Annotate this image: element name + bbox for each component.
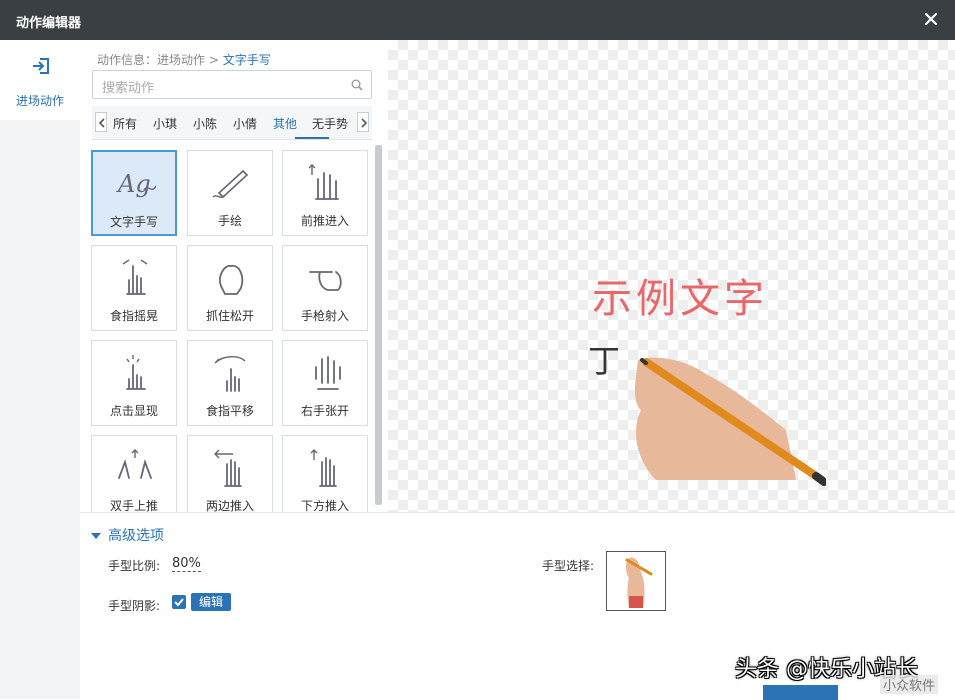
writing-hand-icon: 丁 xyxy=(588,342,826,486)
hand-shadow-label: 手型阴影: xyxy=(108,599,161,613)
nav-item-label: 进场动作 xyxy=(15,94,64,108)
finger-swipe-icon xyxy=(211,353,251,393)
title-bar: 动作编辑器 xyxy=(0,0,955,40)
tab-no-gesture[interactable]: 无手势 xyxy=(312,115,348,132)
action-card-gun-shot[interactable]: 手枪射入 xyxy=(282,245,368,331)
action-card-grab-release[interactable]: 抓住松开 xyxy=(187,245,273,331)
svg-text:Ag: Ag xyxy=(116,170,151,198)
action-card-tap-show[interactable]: 点击显现 xyxy=(91,340,177,426)
hand-push-bottom-icon xyxy=(306,448,346,488)
action-card-push-sides[interactable]: 两边推入 xyxy=(187,435,273,512)
collapse-triangle-icon xyxy=(91,533,101,539)
close-icon[interactable] xyxy=(921,9,941,29)
svg-text:丁: 丁 xyxy=(588,342,620,380)
search-icon[interactable] xyxy=(351,79,363,91)
hand-shadow-checkbox[interactable] xyxy=(172,595,186,609)
tap-icon xyxy=(115,353,155,393)
action-label: 手绘 xyxy=(217,214,242,228)
action-card-finger-wave[interactable]: 食指摇晃 xyxy=(91,245,177,331)
edit-shadow-button[interactable]: 编辑 xyxy=(191,593,231,611)
action-label: 两边推入 xyxy=(205,499,254,512)
tab-all[interactable]: 所有 xyxy=(113,115,137,132)
breadcrumb-separator: > xyxy=(208,53,219,67)
search-placeholder: 搜索动作 xyxy=(102,81,155,96)
enter-icon xyxy=(31,56,51,76)
action-list-scrollbar[interactable] xyxy=(375,145,382,505)
hand-push-up-icon xyxy=(306,163,346,203)
window-title: 动作编辑器 xyxy=(16,16,82,31)
category-tabs: 所有 小琪 小陈 小倩 其他 无手势 xyxy=(92,106,372,140)
breadcrumb-prefix: 动作信息： xyxy=(97,53,158,67)
sample-text: 示例文字 xyxy=(592,276,768,322)
scrollbar-thumb[interactable] xyxy=(375,145,382,505)
breadcrumb-section[interactable]: 进场动作 xyxy=(157,53,205,67)
action-label: 下方推入 xyxy=(300,499,349,512)
action-panel: 动作信息：进场动作 > 文字手写 搜索动作 所有 小琪 小陈 小倩 其他 无手势… xyxy=(80,40,388,512)
hand-ratio-label: 手型比例: xyxy=(108,559,161,573)
action-card-finger-swipe[interactable]: 食指平移 xyxy=(187,340,273,426)
action-label: 手枪射入 xyxy=(300,309,349,323)
action-card-push-in[interactable]: 前推进入 xyxy=(282,150,368,236)
action-label: 点击显现 xyxy=(109,404,158,418)
left-nav: 进场动作 xyxy=(0,40,80,699)
pencil-icon xyxy=(211,163,251,203)
breadcrumb: 动作信息：进场动作 > 文字手写 xyxy=(97,51,271,68)
confirm-button[interactable] xyxy=(763,685,838,700)
hand-select-label: 手型选择: xyxy=(542,559,595,573)
action-card-open-hand[interactable]: 右手张开 xyxy=(282,340,368,426)
watermark-appinn: 小众软件 xyxy=(880,675,939,694)
action-card-handwriting[interactable]: Ag 文字手写 xyxy=(91,150,177,236)
hand-thumbnail-icon xyxy=(625,557,653,608)
grab-hand-icon xyxy=(211,258,251,298)
tab-xiaochen[interactable]: 小陈 xyxy=(193,115,217,132)
hand-select-thumbnail[interactable] xyxy=(606,551,666,611)
advanced-options-title: 高级选项 xyxy=(108,528,164,544)
action-label: 右手张开 xyxy=(300,404,349,418)
action-card-hand-draw[interactable]: 手绘 xyxy=(187,150,273,236)
hand-push-left-icon xyxy=(211,448,251,488)
tab-xiaoqian[interactable]: 小倩 xyxy=(233,115,257,132)
action-grid: Ag 文字手写 手绘 前推进入 食指摇晃 抓住松开 手枪射入 点击显现 食指平移… xyxy=(91,150,376,512)
tab-scroll-left-icon[interactable] xyxy=(95,112,107,132)
nav-item-entry-action[interactable]: 进场动作 xyxy=(0,40,80,120)
action-label: 文字手写 xyxy=(109,215,158,229)
tab-xiaoqi[interactable]: 小琪 xyxy=(153,115,177,132)
two-hands-up-icon xyxy=(115,448,155,488)
action-label: 食指摇晃 xyxy=(109,309,158,323)
search-input[interactable]: 搜索动作 xyxy=(92,70,372,99)
active-tab-underline xyxy=(295,137,329,139)
preview-canvas: 示例文字 丁 xyxy=(388,40,955,512)
breadcrumb-current: 文字手写 xyxy=(222,53,271,67)
advanced-options-toggle[interactable]: 高级选项 xyxy=(91,525,164,545)
open-hand-icon xyxy=(306,353,346,393)
checkmark-icon xyxy=(174,598,184,607)
action-card-push-bottom[interactable]: 下方推入 xyxy=(282,435,368,512)
action-label: 双手上推 xyxy=(109,499,158,512)
tab-scroll-right-icon[interactable] xyxy=(357,112,369,132)
finger-wave-icon xyxy=(115,258,155,298)
handwriting-icon: Ag xyxy=(116,164,157,204)
action-label: 抓住松开 xyxy=(205,309,254,323)
tab-other[interactable]: 其他 xyxy=(273,115,297,132)
action-label: 食指平移 xyxy=(205,404,254,418)
action-label: 前推进入 xyxy=(300,214,349,228)
hand-ratio-value[interactable]: 80% xyxy=(172,556,201,572)
action-card-two-hands-up[interactable]: 双手上推 xyxy=(91,435,177,512)
hand-point-icon xyxy=(306,258,346,298)
